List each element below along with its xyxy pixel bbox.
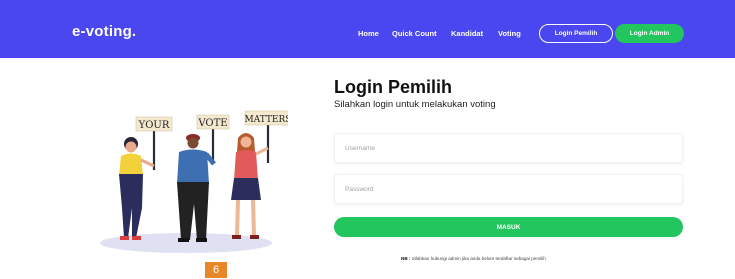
login-pemilih-button[interactable]: Login Pemilih xyxy=(539,24,613,43)
svg-text:VOTE: VOTE xyxy=(197,118,227,129)
page-number-badge: 6 xyxy=(205,262,227,278)
masuk-button[interactable]: MASUK xyxy=(334,217,683,237)
voters-illustration: YOUR VOTE MATTERS xyxy=(100,110,288,253)
navbar: e-voting. Home Quick Count Kandidat Voti… xyxy=(0,0,735,58)
brand-logo[interactable]: e-voting. xyxy=(72,23,136,40)
nav-link-home[interactable]: Home xyxy=(358,29,379,38)
password-input[interactable] xyxy=(334,174,683,204)
nav-link-kandidat[interactable]: Kandidat xyxy=(451,29,483,38)
svg-text:MATTERS: MATTERS xyxy=(245,115,288,125)
voter-figure-right xyxy=(231,133,269,239)
voter-figure-middle xyxy=(177,134,216,242)
username-input[interactable] xyxy=(334,133,683,163)
svg-text:YOUR: YOUR xyxy=(138,120,170,131)
page-subtitle: Silahkan login untuk melakukan voting xyxy=(334,99,496,110)
page-title: Login Pemilih xyxy=(334,77,453,97)
registration-note: NB : Silahkan hubungi admin jika anda be… xyxy=(401,256,546,261)
nav-link-quick-count[interactable]: Quick Count xyxy=(392,29,437,38)
voter-figure-left xyxy=(119,137,155,240)
login-admin-button[interactable]: Login Admin xyxy=(615,24,684,43)
nav-link-voting[interactable]: Voting xyxy=(498,29,521,38)
note-text: Silahkan hubungi admin jika anda belum t… xyxy=(410,256,546,261)
